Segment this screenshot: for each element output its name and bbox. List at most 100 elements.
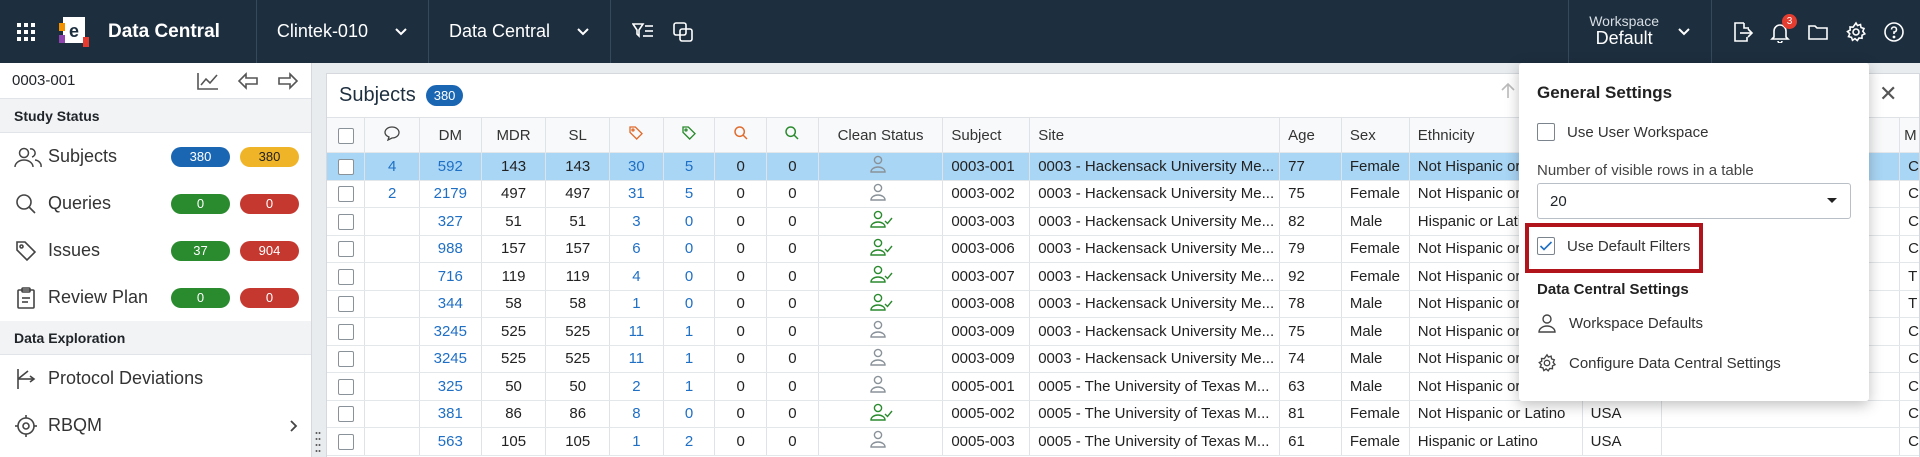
row-checkbox[interactable] xyxy=(327,180,366,208)
col-closed-queries[interactable] xyxy=(766,117,819,153)
closed-tags-cell[interactable]: 1 xyxy=(663,345,716,373)
dm-cell[interactable]: 327 xyxy=(419,207,482,236)
col-open-queries[interactable] xyxy=(714,117,768,153)
col-partial[interactable]: M xyxy=(1899,117,1919,153)
col-sex[interactable]: Sex xyxy=(1341,117,1410,153)
closed-tags-cell[interactable]: 0 xyxy=(663,400,716,428)
comments-cell[interactable] xyxy=(364,372,420,401)
use-user-workspace-checkbox[interactable] xyxy=(1537,123,1555,141)
open-tags-cell[interactable]: 1 xyxy=(609,290,664,318)
dm-cell[interactable]: 325 xyxy=(419,372,482,401)
comments-cell[interactable] xyxy=(364,317,420,346)
filter-list-button[interactable] xyxy=(631,20,655,44)
col-site[interactable]: Site xyxy=(1029,117,1281,153)
col-subject[interactable]: Subject xyxy=(942,117,1031,153)
comments-cell[interactable]: 4 xyxy=(364,152,420,181)
notifications-button[interactable]: 3 xyxy=(1768,13,1797,44)
sidebar-item-protocol-deviations[interactable]: Protocol Deviations xyxy=(0,355,311,402)
close-icon[interactable]: ✕ xyxy=(1879,81,1897,107)
sidebar-item-issues[interactable]: Issues 37 904 xyxy=(0,227,311,274)
next-icon[interactable] xyxy=(277,71,299,90)
module-select[interactable]: Data Central xyxy=(429,0,610,63)
col-dm[interactable]: DM xyxy=(419,117,482,153)
comments-cell[interactable] xyxy=(364,262,420,291)
previous-icon[interactable] xyxy=(237,71,259,90)
use-user-workspace-option[interactable]: Use User Workspace xyxy=(1537,123,1708,141)
closed-tags-cell[interactable]: 0 xyxy=(663,235,716,263)
configure-settings-link[interactable]: Configure Data Central Settings xyxy=(1537,353,1781,373)
help-button[interactable] xyxy=(1882,20,1906,44)
dm-cell[interactable]: 716 xyxy=(419,262,482,291)
open-tags-cell[interactable]: 1 xyxy=(609,427,664,456)
closed-tags-cell[interactable]: 0 xyxy=(663,207,716,236)
col-comments[interactable] xyxy=(364,117,420,153)
use-default-filters-checkbox[interactable] xyxy=(1537,237,1555,255)
dm-cell[interactable]: 3245 xyxy=(419,345,482,373)
rows-select[interactable]: 20 xyxy=(1537,183,1851,219)
open-tags-cell[interactable]: 4 xyxy=(609,262,664,291)
row-checkbox[interactable] xyxy=(327,290,366,318)
dm-cell[interactable]: 2179 xyxy=(419,180,482,208)
use-default-filters-option[interactable]: Use Default Filters xyxy=(1537,237,1690,255)
closed-tags-cell[interactable]: 5 xyxy=(663,152,716,181)
row-checkbox[interactable] xyxy=(327,427,366,456)
study-select[interactable]: Clintek-010 xyxy=(257,0,428,63)
closed-tags-cell[interactable]: 1 xyxy=(663,317,716,346)
dm-cell[interactable]: 988 xyxy=(419,235,482,263)
settings-button[interactable] xyxy=(1844,20,1868,44)
closed-tags-cell[interactable]: 2 xyxy=(663,427,716,456)
select-all-checkbox[interactable] xyxy=(327,117,366,153)
closed-tags-cell[interactable]: 1 xyxy=(663,372,716,401)
sidebar-item-review-plan[interactable]: Review Plan 0 0 xyxy=(0,274,311,321)
comments-cell[interactable] xyxy=(364,427,420,456)
table-row[interactable]: 381 86 86 8 0 0 0 0005-002 0005 - The University… xyxy=(327,400,1919,428)
resize-handle-icon[interactable] xyxy=(315,430,321,454)
sidebar-item-queries[interactable]: Queries 0 0 xyxy=(0,180,311,227)
app-grid-button[interactable] xyxy=(0,0,52,63)
col-age[interactable]: Age xyxy=(1279,117,1342,153)
sidebar-item-subjects[interactable]: Subjects 380 380 xyxy=(0,133,311,180)
folder-button[interactable] xyxy=(1806,20,1830,44)
open-tags-cell[interactable]: 8 xyxy=(609,400,664,428)
closed-tags-cell[interactable]: 0 xyxy=(663,290,716,318)
row-checkbox[interactable] xyxy=(327,372,366,401)
comments-cell[interactable]: 2 xyxy=(364,180,420,208)
comments-cell[interactable] xyxy=(364,235,420,263)
comments-cell[interactable] xyxy=(364,345,420,373)
col-clean-status[interactable]: Clean Status xyxy=(818,117,944,153)
workspace-defaults-link[interactable]: Workspace Defaults xyxy=(1537,313,1703,333)
dm-cell[interactable]: 563 xyxy=(419,427,482,456)
row-checkbox[interactable] xyxy=(327,345,366,373)
sidebar-item-rbqm[interactable]: RBQM xyxy=(0,402,311,449)
dm-cell[interactable]: 592 xyxy=(419,152,482,181)
dm-cell[interactable]: 381 xyxy=(419,400,482,428)
row-checkbox[interactable] xyxy=(327,207,366,236)
row-checkbox[interactable] xyxy=(327,317,366,346)
open-tags-cell[interactable]: 11 xyxy=(609,345,664,373)
row-checkbox[interactable] xyxy=(327,152,366,181)
col-open-tags[interactable] xyxy=(609,117,664,153)
row-checkbox[interactable] xyxy=(327,262,366,291)
comments-cell[interactable] xyxy=(364,207,420,236)
row-checkbox[interactable] xyxy=(327,235,366,263)
open-tags-cell[interactable]: 3 xyxy=(609,207,664,236)
col-mdr[interactable]: MDR xyxy=(481,117,547,153)
copy-view-button[interactable] xyxy=(671,20,695,44)
table-row[interactable]: 563 105 105 1 2 0 0 0005-003 0005 - The Universi… xyxy=(327,427,1919,456)
dm-cell[interactable]: 344 xyxy=(419,290,482,318)
open-tags-cell[interactable]: 11 xyxy=(609,317,664,346)
workspace-select[interactable]: Workspace Default xyxy=(1569,0,1711,63)
comments-cell[interactable] xyxy=(364,400,420,428)
col-sl[interactable]: SL xyxy=(545,117,611,153)
trend-chart-icon[interactable] xyxy=(197,72,219,90)
row-checkbox[interactable] xyxy=(327,400,366,428)
comments-cell[interactable] xyxy=(364,290,420,318)
open-tags-cell[interactable]: 2 xyxy=(609,372,664,401)
closed-tags-cell[interactable]: 0 xyxy=(663,262,716,291)
open-tags-cell[interactable]: 31 xyxy=(609,180,664,208)
open-tags-cell[interactable]: 30 xyxy=(609,152,664,181)
upload-icon[interactable] xyxy=(1499,82,1517,102)
dm-cell[interactable]: 3245 xyxy=(419,317,482,346)
export-button[interactable] xyxy=(1730,20,1754,44)
open-tags-cell[interactable]: 6 xyxy=(609,235,664,263)
